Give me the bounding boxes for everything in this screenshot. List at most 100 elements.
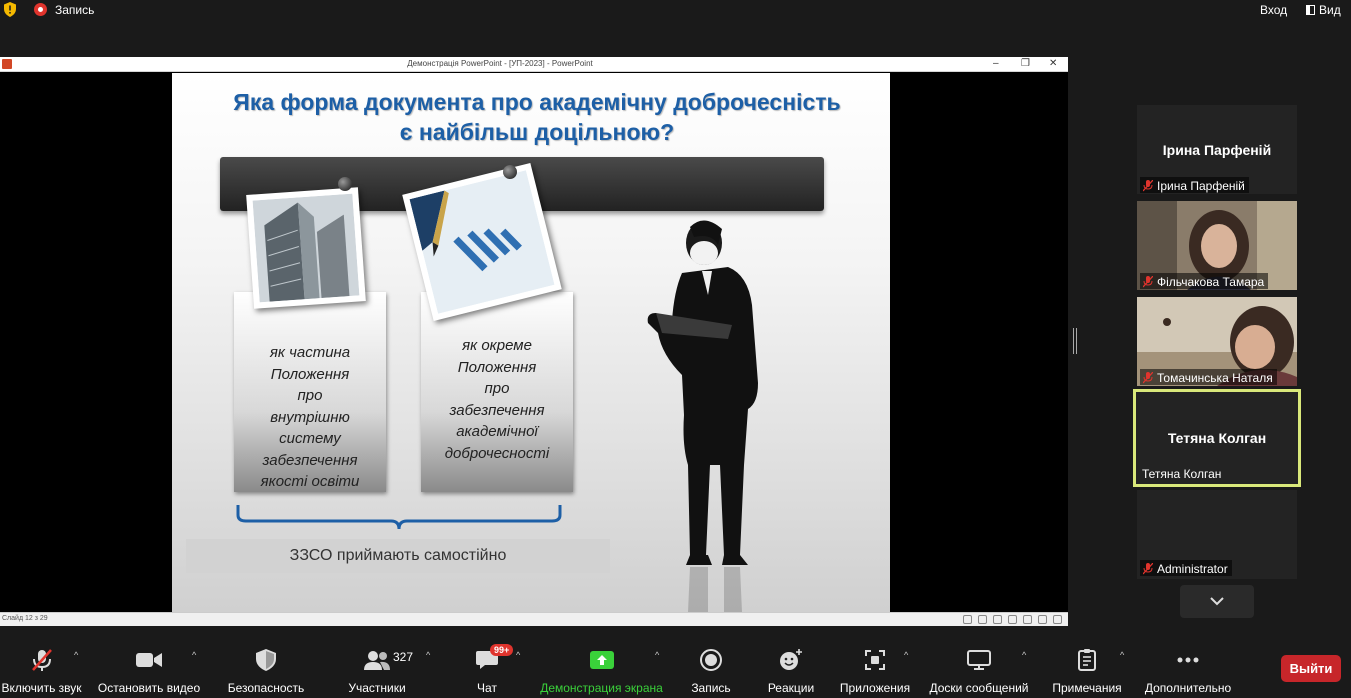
caption-bar: ЗЗСО приймають самостійно (186, 539, 610, 573)
prev-slide-icon[interactable] (963, 615, 972, 624)
notes-button[interactable]: Примечания (1051, 636, 1123, 698)
curly-brace (236, 505, 562, 530)
video-options-chevron-icon[interactable]: ^ (192, 650, 196, 660)
apps-icon (864, 648, 886, 672)
participants-options-chevron-icon[interactable]: ^ (426, 650, 430, 660)
participant-label: Томачинська Наталя (1140, 369, 1277, 385)
more-participants-button[interactable] (1180, 585, 1254, 618)
whiteboards-button[interactable]: Доски сообщений (928, 636, 1030, 698)
stop-video-button[interactable]: Остановить видео (98, 636, 200, 698)
mic-muted-icon (1143, 371, 1153, 383)
notes-label: Примечания (1052, 681, 1122, 695)
participant-name: Ірина Парфеній (1162, 142, 1272, 158)
chat-label: Чат (477, 681, 497, 695)
unmute-label: Включить звук (1, 681, 82, 695)
card2-line: Положення (457, 358, 537, 376)
stop-video-label: Остановить видео (97, 681, 201, 695)
sorter-view-icon[interactable] (1023, 615, 1032, 624)
shared-powerpoint-window: Демонстрація PowerPoint - [УП-2023] - Po… (0, 57, 1068, 626)
mic-muted-icon (1143, 562, 1153, 574)
more-button[interactable]: Дополнительно (1144, 636, 1232, 698)
emoji-smile-icon (779, 648, 803, 672)
participants-icon (364, 648, 390, 672)
card1-line: про (297, 387, 323, 404)
panel-resize-handle[interactable] (1073, 328, 1077, 354)
whiteboards-label: Доски сообщений (929, 681, 1029, 695)
close-icon[interactable]: ✕ (1049, 58, 1057, 69)
reading-view-icon[interactable] (1038, 615, 1047, 624)
whiteboard-icon (967, 648, 991, 672)
minimize-icon[interactable]: – (993, 58, 999, 69)
chat-unread-badge: 99+ (490, 644, 514, 656)
mic-muted-icon (30, 648, 54, 672)
option-card-2: як окреме Положення про забезпечення ака… (421, 292, 573, 492)
participant-label: Тетяна Колган (1139, 465, 1225, 481)
option-card-1-text: як частина Положення про внутрішню систе… (234, 342, 386, 493)
chat-options-chevron-icon[interactable]: ^ (516, 650, 520, 660)
view-icon (1306, 5, 1315, 15)
participant-video-tile[interactable]: Томачинська Наталя (1137, 297, 1297, 386)
notes-options-chevron-icon[interactable]: ^ (1120, 650, 1124, 660)
buildings-photo (246, 187, 366, 309)
unmute-button[interactable]: Включить звук (0, 636, 83, 698)
record-label: Запись (691, 681, 731, 695)
participant-label-text: Ірина Парфеній (1157, 178, 1245, 193)
menu-icon[interactable] (978, 615, 987, 624)
participant-label: Фільчакова Тамара (1140, 273, 1269, 289)
participant-video-tile[interactable]: Фільчакова Тамара (1137, 201, 1297, 290)
caption-text: ЗЗСО приймають самостійно (289, 547, 507, 564)
option-card-2-text: як окреме Положення про забезпечення ака… (421, 335, 573, 464)
participant-label-text: Фільчакова Тамара (1157, 274, 1265, 289)
more-label: Дополнительно (1144, 681, 1232, 695)
security-label: Безопасность (227, 681, 305, 695)
ppt-status-bar: Слайд 12 з 29 (0, 612, 1068, 626)
share-screen-label: Демонстрация экрана (540, 681, 663, 695)
pushpin-icon (503, 165, 517, 179)
leave-meeting-button[interactable]: Выйти (1281, 655, 1341, 682)
mic-muted-icon (1143, 275, 1153, 287)
top-bar: Запись Вход Вид (0, 0, 1351, 20)
recording-indicator-icon (34, 3, 47, 16)
status-bar-icons (963, 615, 1062, 624)
audio-options-chevron-icon[interactable]: ^ (74, 650, 78, 660)
slide-title-line2: є найбільш доцільною? (399, 119, 675, 145)
participant-tile[interactable]: Administrator (1137, 490, 1297, 579)
share-options-chevron-icon[interactable]: ^ (655, 650, 659, 660)
recording-label: Запись (55, 3, 95, 17)
share-screen-button[interactable]: Демонстрация экрана (540, 636, 663, 698)
participants-button[interactable]: Участники (348, 636, 406, 698)
whiteboards-options-chevron-icon[interactable]: ^ (1022, 650, 1026, 660)
next-slide-icon[interactable] (993, 615, 1002, 624)
participant-label-text: Томачинська Наталя (1157, 370, 1273, 385)
security-button[interactable]: Безопасность (228, 636, 304, 698)
pushpin-icon (338, 177, 352, 191)
record-button[interactable]: Запись (690, 636, 732, 698)
participant-tile[interactable]: Ірина Парфеній Ірина Парфеній (1137, 105, 1297, 194)
shield-icon (256, 648, 276, 672)
participant-label: Ірина Парфеній (1140, 177, 1249, 193)
card1-line: якості освіти (260, 473, 360, 490)
enter-button[interactable]: Вход (1260, 3, 1287, 17)
video-camera-icon (136, 648, 162, 672)
record-icon (700, 648, 722, 672)
ppt-titlebar: Демонстрація PowerPoint - [УП-2023] - Po… (0, 57, 1068, 72)
reactions-button[interactable]: Реакции (768, 636, 814, 698)
slideshow-icon[interactable] (1053, 615, 1062, 624)
slide: Яка форма документа про академічну добро… (172, 73, 890, 612)
share-screen-icon (589, 648, 614, 672)
card2-line: забезпечення (449, 401, 545, 419)
shield-icon[interactable] (4, 2, 16, 17)
card1-line: внутрішню (270, 408, 350, 426)
apps-button[interactable]: Приложения (838, 636, 912, 698)
view-button[interactable]: Вид (1306, 3, 1341, 17)
reactions-label: Реакции (767, 681, 815, 695)
participant-tile-active-speaker[interactable]: Тетяна Колган Тетяна Колган (1133, 389, 1301, 487)
normal-view-icon[interactable] (1008, 615, 1017, 624)
card2-line: про (484, 380, 510, 397)
meeting-toolbar: Включить звук ^ Остановить видео ^ Безоп… (0, 636, 1351, 698)
view-label: Вид (1319, 3, 1341, 17)
card1-line: як частина (269, 344, 351, 361)
apps-options-chevron-icon[interactable]: ^ (904, 650, 908, 660)
card1-line: систему (279, 430, 341, 447)
restore-icon[interactable]: ❐ (1021, 58, 1030, 69)
